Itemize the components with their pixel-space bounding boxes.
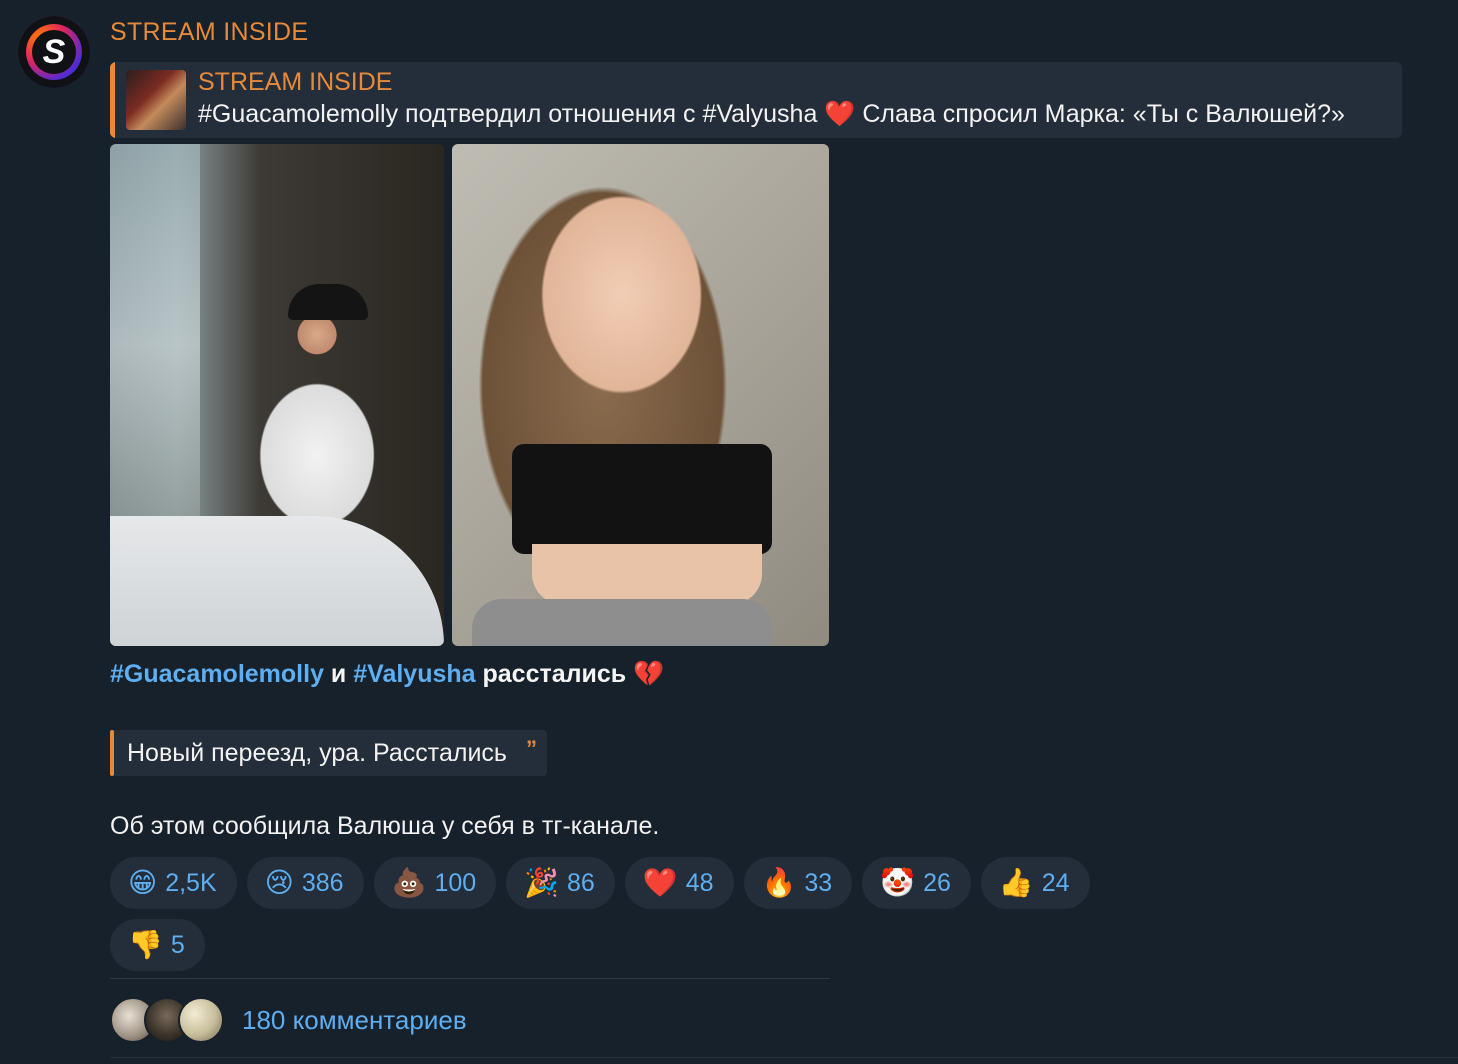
channel-name[interactable]: STREAM INSIDE xyxy=(110,18,308,47)
photo-woman-selfie[interactable] xyxy=(452,144,829,646)
quote-mark-icon: ” xyxy=(525,736,537,761)
forward-source-title: STREAM INSIDE xyxy=(198,68,393,96)
photo-man-at-table[interactable] xyxy=(110,144,444,646)
reaction-count: 100 xyxy=(434,868,477,897)
quote-text: Новый переезд, ура. Расстались xyxy=(127,738,507,767)
thumbs-up-emoji-icon: 👍 xyxy=(998,867,1034,898)
reaction-heart[interactable]: ❤️ 48 xyxy=(624,857,734,909)
photo-top-shape xyxy=(512,444,772,554)
reactions-bar: 😁 2,5K 😢 386 💩 100 🎉 86 ❤️ 48 🔥 33 🤡 26 … xyxy=(110,857,1170,971)
hashtag-valyusha[interactable]: #Valyusha xyxy=(353,660,475,688)
reaction-count: 48 xyxy=(685,868,714,897)
comments-divider xyxy=(110,978,830,979)
forward-thumbnail xyxy=(126,70,186,130)
thumbs-down-emoji-icon: 👎 xyxy=(128,929,163,960)
forward-snippet-text: #Guacamolemolly подтвердил отношения с #… xyxy=(198,100,1345,128)
headline-rest: расстались 💔 xyxy=(475,660,665,688)
reaction-grin[interactable]: 😁 2,5K xyxy=(110,857,237,909)
forwarded-message-preview[interactable]: STREAM INSIDE #Guacamolemolly подтвердил… xyxy=(110,62,1402,138)
channel-avatar[interactable]: S xyxy=(18,16,90,88)
fire-emoji-icon: 🔥 xyxy=(761,867,797,898)
photo-waist-shape xyxy=(532,544,762,604)
post-body-text: Об этом сообщила Валюша у себя в тг-кана… xyxy=(110,812,660,840)
reaction-poo[interactable]: 💩 100 xyxy=(373,857,497,909)
reaction-count: 5 xyxy=(170,930,185,959)
poo-emoji-icon: 💩 xyxy=(391,867,427,898)
photo-album xyxy=(110,144,830,646)
photo-cap-shape xyxy=(288,284,368,320)
photo-table-area xyxy=(110,516,444,646)
commenter-avatar xyxy=(178,997,224,1043)
party-emoji-icon: 🎉 xyxy=(524,867,560,898)
message-bottom-separator xyxy=(110,1057,1458,1058)
reaction-count: 2,5K xyxy=(165,868,217,897)
hashtag-guacamolemolly[interactable]: #Guacamolemolly xyxy=(110,660,324,688)
reaction-clown[interactable]: 🤡 26 xyxy=(862,857,971,909)
reaction-thumbs-up[interactable]: 👍 24 xyxy=(980,857,1090,909)
reaction-count: 33 xyxy=(804,868,833,897)
headline-conjunction: и xyxy=(323,660,354,688)
reaction-party[interactable]: 🎉 86 xyxy=(506,857,615,909)
post-headline: #Guacamolemolly и #Valyusha расстались 💔 xyxy=(110,660,664,689)
reaction-count: 26 xyxy=(923,868,951,897)
reaction-cry[interactable]: 😢 386 xyxy=(246,857,364,909)
photo-pants-shape xyxy=(472,599,772,646)
reaction-count: 386 xyxy=(301,868,344,897)
reaction-fire[interactable]: 🔥 33 xyxy=(743,857,853,909)
post-quote-block: Новый переезд, ура. Расстались ” xyxy=(110,730,547,776)
reaction-count: 24 xyxy=(1041,868,1070,897)
comments-button[interactable]: 180 комментариев xyxy=(110,996,467,1044)
heart-emoji-icon: ❤️ xyxy=(642,867,678,898)
grin-emoji-icon: 😁 xyxy=(128,867,158,898)
channel-logo-icon: S xyxy=(32,30,76,74)
clown-emoji-icon: 🤡 xyxy=(880,867,916,898)
reaction-thumbs-down[interactable]: 👎 5 xyxy=(110,919,205,971)
reaction-count: 86 xyxy=(567,868,595,897)
cry-emoji-icon: 😢 xyxy=(264,867,294,898)
comments-count-label: 180 комментариев xyxy=(242,1004,467,1035)
